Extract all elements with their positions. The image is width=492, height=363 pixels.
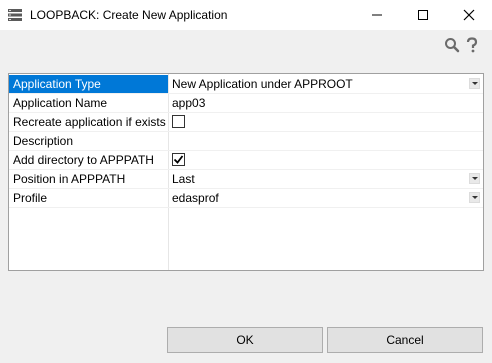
title-bar: LOOPBACK: Create New Application [0,0,492,30]
property-row-add-directory[interactable]: Add directory to APPPATH [9,151,483,170]
selected-value: Last [172,172,195,186]
server-stack-icon [7,7,23,23]
property-row-application-type[interactable]: Application Type New Application under A… [9,75,483,94]
recreate-application-checkbox[interactable] [172,115,185,128]
minimize-icon [372,14,382,16]
maximize-icon [418,10,428,20]
application-name-field[interactable]: app03 [169,94,483,112]
property-label: Application Type [9,75,168,93]
property-label: Application Name [13,96,108,110]
position-select[interactable]: Last [169,170,483,188]
property-row-application-name[interactable]: Application Name app03 [9,94,483,113]
checkmark-icon [173,155,184,164]
property-row-position[interactable]: Position in APPPATH Last [9,170,483,189]
selected-value: New Application under APPROOT [172,77,353,91]
chevron-down-icon[interactable] [469,173,480,184]
selected-value: edasprof [172,191,219,205]
search-icon[interactable] [444,37,460,56]
add-directory-checkbox[interactable] [172,153,185,166]
property-label: Recreate application if exists [13,115,166,129]
property-row-profile[interactable]: Profile edasprof [9,189,483,208]
close-icon [463,9,475,21]
chevron-down-icon[interactable] [469,192,480,203]
profile-select[interactable]: edasprof [169,189,483,207]
property-row-recreate-application[interactable]: Recreate application if exists [9,113,483,132]
minimize-button[interactable] [354,0,400,30]
chevron-down-icon[interactable] [469,78,480,89]
property-label: Description [13,134,74,148]
cancel-button[interactable]: Cancel [327,327,483,353]
description-field[interactable] [169,132,483,150]
property-label: Add directory to APPPATH [13,153,154,167]
property-label: Profile [13,191,48,205]
close-button[interactable] [446,0,492,30]
property-label: Position in APPPATH [13,172,126,186]
application-type-select[interactable]: New Application under APPROOT [169,75,483,93]
window-title: LOOPBACK: Create New Application [30,8,228,22]
property-row-description[interactable]: Description [9,132,483,151]
maximize-button[interactable] [400,0,446,30]
help-icon[interactable] [465,37,479,56]
property-grid: Application Type New Application under A… [8,73,484,271]
ok-button[interactable]: OK [167,327,323,353]
